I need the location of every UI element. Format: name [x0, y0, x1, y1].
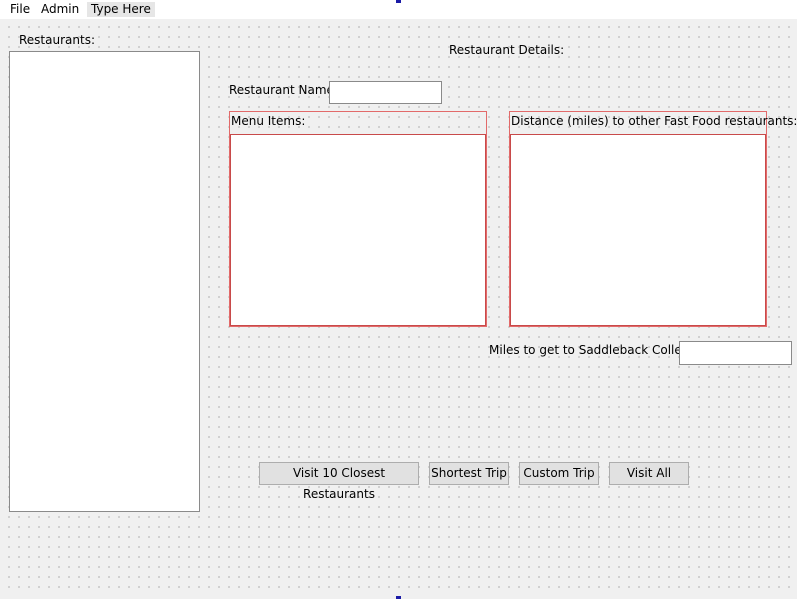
menu-admin[interactable]: Admin [37, 2, 83, 17]
custom-trip-button[interactable]: Custom Trip [519, 462, 599, 485]
restaurant-name-field[interactable] [329, 81, 442, 104]
saddleback-miles-field[interactable] [679, 341, 792, 365]
resize-handle-top[interactable] [396, 0, 401, 3]
restaurants-list[interactable] [9, 51, 200, 512]
shortest-trip-button[interactable]: Shortest Trip [429, 462, 509, 485]
visit-10-closest-button[interactable]: Visit 10 Closest Restaurants [259, 462, 419, 501]
restaurant-name-label: Restaurant Name [229, 83, 334, 97]
menu-items-label: Menu Items: [231, 114, 306, 128]
distances-list[interactable] [510, 134, 766, 326]
saddleback-miles-label: Miles to get to Saddleback College: [489, 343, 701, 357]
distances-label: Distance (miles) to other Fast Food rest… [511, 114, 797, 128]
menu-file[interactable]: File [6, 2, 34, 17]
distances-group: Distance (miles) to other Fast Food rest… [509, 111, 797, 327]
menu-items-list[interactable] [230, 134, 486, 326]
menu-items-group: Menu Items: [229, 111, 487, 327]
menu-type-here[interactable]: Type Here [87, 2, 155, 17]
visit-all-button[interactable]: Visit All [609, 462, 689, 485]
restaurant-details-heading: Restaurant Details: [449, 43, 565, 57]
restaurants-label: Restaurants: [19, 33, 95, 47]
